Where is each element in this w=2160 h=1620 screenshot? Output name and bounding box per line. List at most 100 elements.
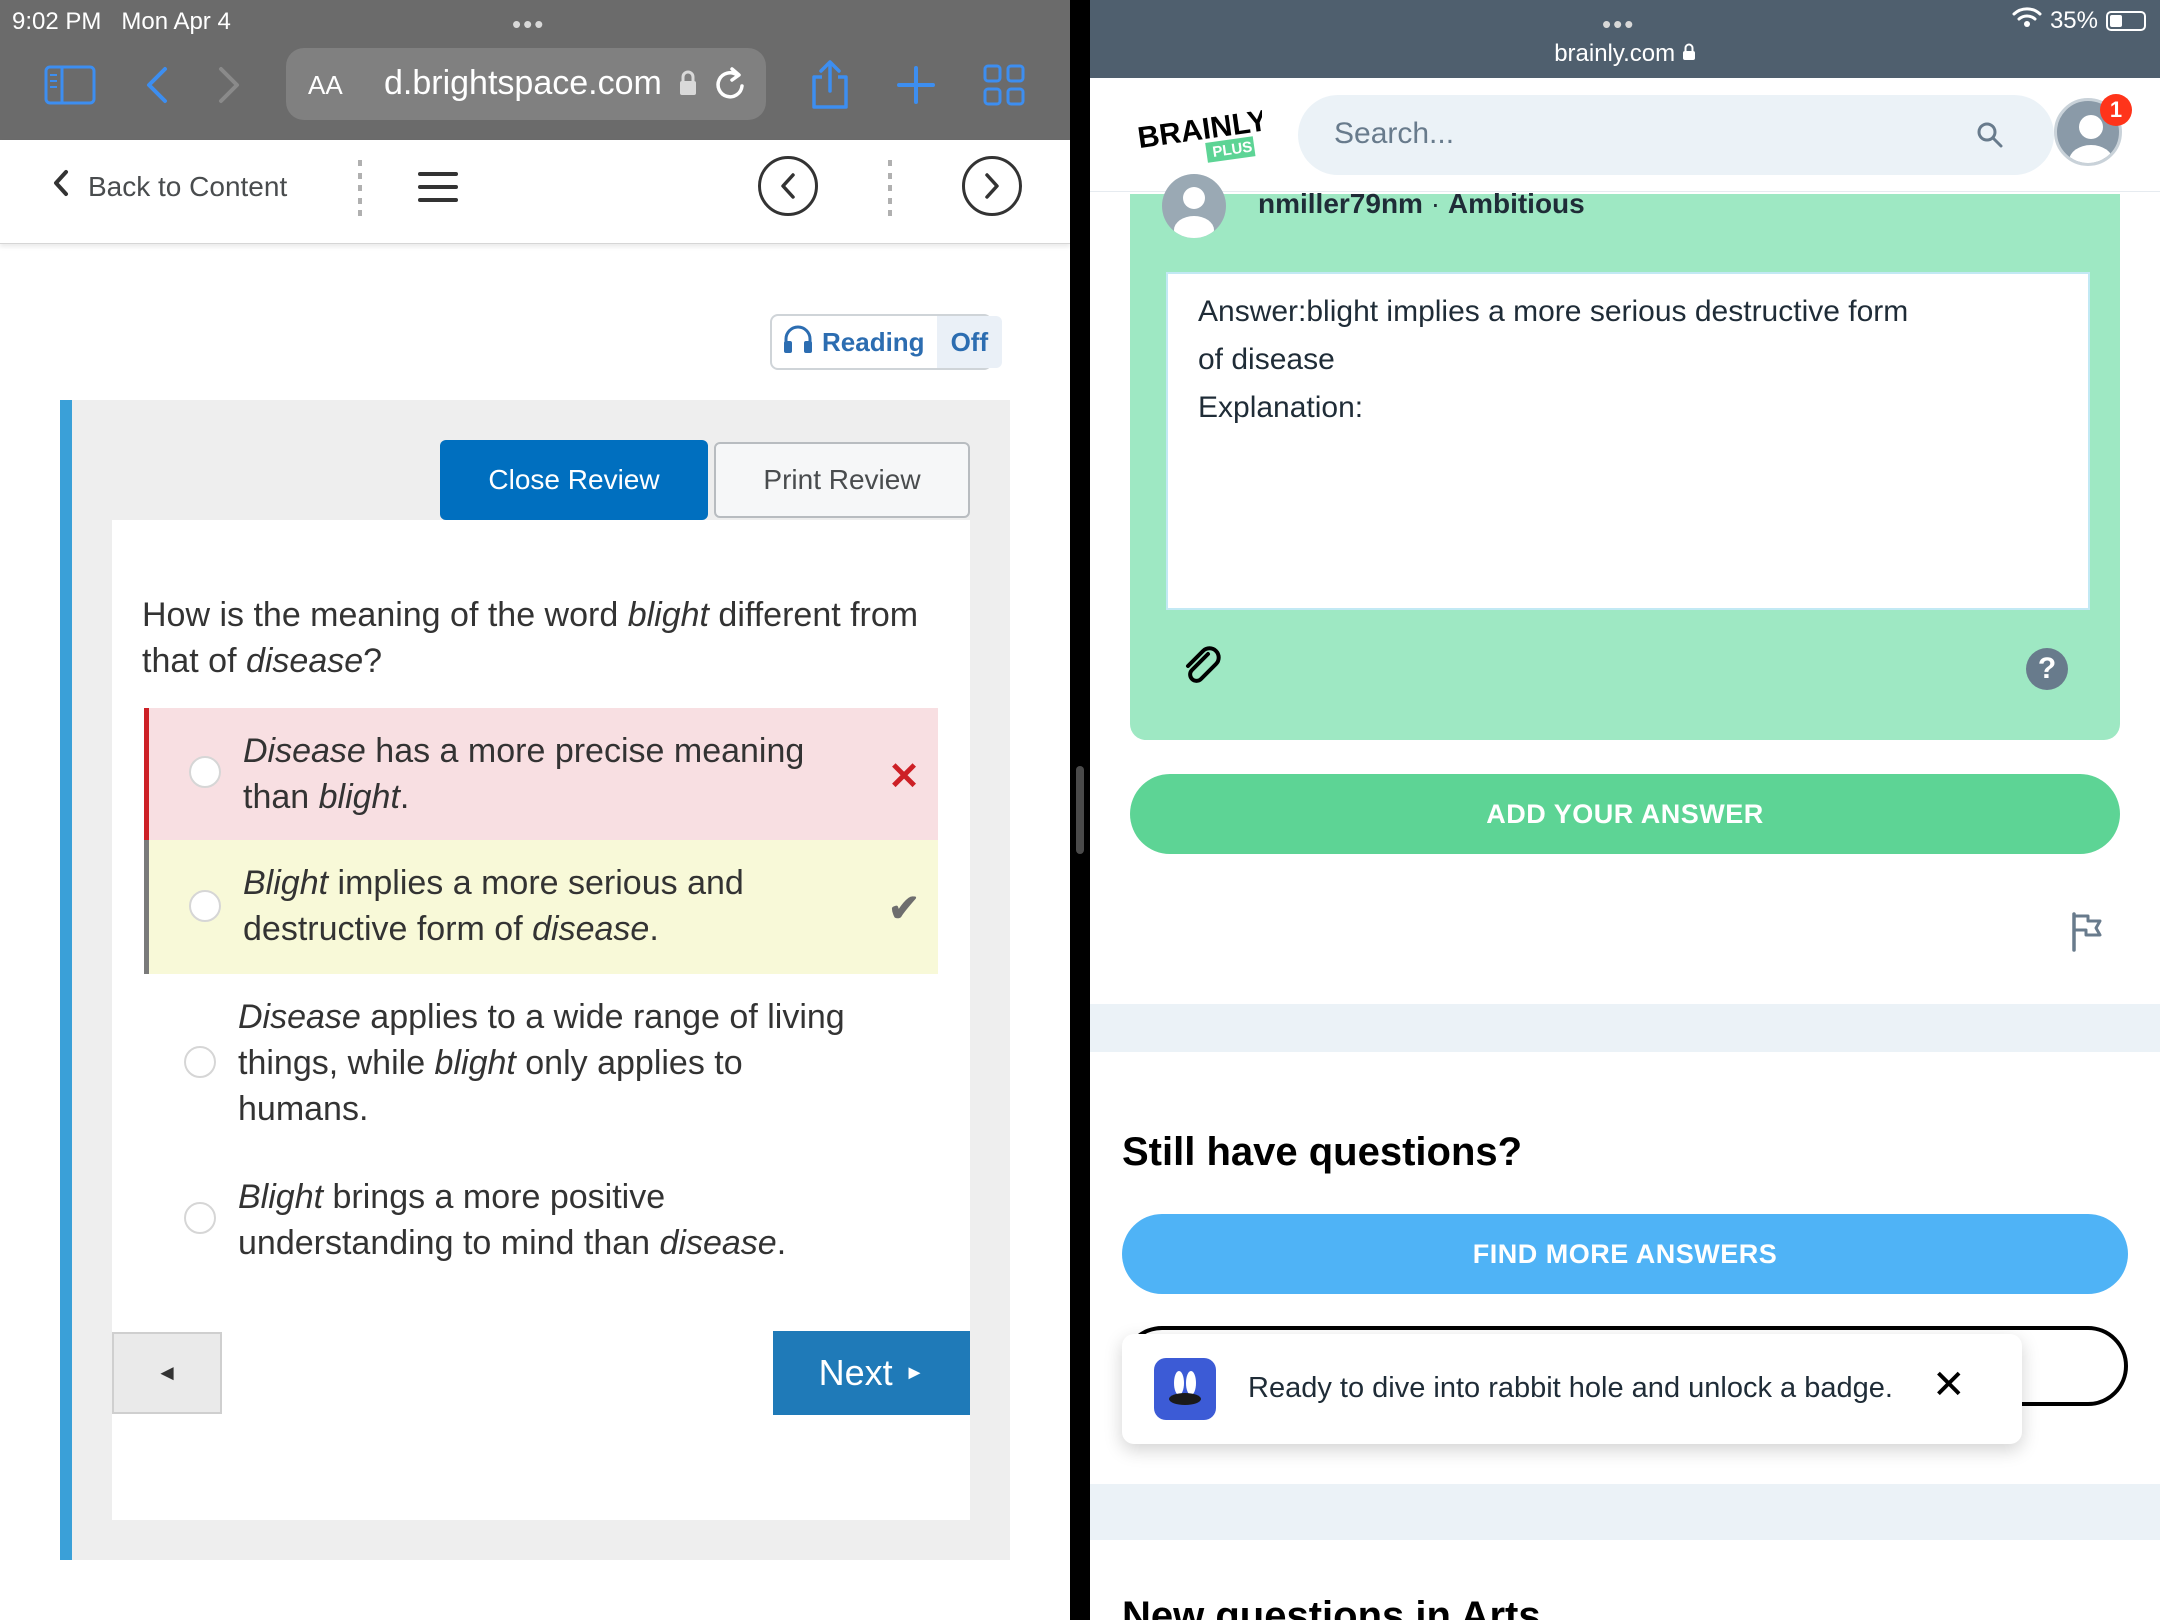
reading-label: Reading xyxy=(822,326,925,357)
next-label: Next xyxy=(818,1352,893,1393)
chevron-left-icon xyxy=(52,168,70,205)
option-emphasis: Disease xyxy=(238,998,361,1036)
find-more-answers-button[interactable]: FIND MORE ANSWERS xyxy=(1122,1214,2128,1294)
battery-icon xyxy=(2106,10,2146,31)
username-text: nmiller79nm xyxy=(1258,188,1423,219)
option-emphasis: blight xyxy=(318,778,400,816)
option-emphasis: Disease xyxy=(243,732,366,770)
user-rank: Ambitious xyxy=(1447,188,1585,219)
compact-url[interactable]: brainly.com xyxy=(1090,40,2160,68)
close-review-button[interactable]: Close Review xyxy=(440,440,708,520)
answer-option-3[interactable]: Disease applies to a wide range of livin… xyxy=(144,974,938,1154)
radio-button[interactable] xyxy=(184,1202,216,1234)
question-part: How is the meaning of the word xyxy=(142,596,628,634)
status-indicators: 35% xyxy=(2012,6,2146,35)
wifi-icon xyxy=(2012,6,2042,35)
help-question-icon[interactable]: ? xyxy=(2026,648,2068,690)
compact-url-text: brainly.com xyxy=(1554,40,1676,67)
split-view-handle[interactable] xyxy=(1076,766,1084,854)
lock-icon xyxy=(678,70,698,101)
back-to-content-label: Back to Content xyxy=(88,170,288,202)
add-your-answer-button[interactable]: ADD YOUR ANSWER xyxy=(1130,774,2120,854)
search-input[interactable]: Search... xyxy=(1334,117,1454,151)
search-bar[interactable]: Search... xyxy=(1298,95,2054,175)
notification-badge: 1 xyxy=(2100,94,2132,126)
option-text: Blight implies a more serious and destru… xyxy=(243,860,863,952)
option-emphasis: disease xyxy=(532,910,650,948)
text-size-button[interactable]: AA xyxy=(308,70,343,101)
search-icon[interactable] xyxy=(1976,121,2004,154)
question-text: How is the meaning of the word blight di… xyxy=(142,592,962,684)
incorrect-x-icon: ✕ xyxy=(888,756,920,798)
answer-line: Explanation: xyxy=(1198,391,1364,424)
report-flag-icon[interactable] xyxy=(2070,912,2104,957)
badge-toast[interactable]: Ready to dive into rabbit hole and unloc… xyxy=(1122,1334,2022,1444)
close-icon[interactable]: ✕ xyxy=(1932,1362,1966,1408)
print-review-button[interactable]: Print Review xyxy=(714,442,970,518)
multitask-dots-icon[interactable]: ••• xyxy=(512,11,545,37)
right-pane-brainly: ••• brainly.com 35% BRAINLY PLUS Search. xyxy=(1090,0,2160,1620)
url-text[interactable]: d.brightspace.com xyxy=(384,64,662,103)
reading-state: Off xyxy=(936,316,1003,368)
date-text: Mon Apr 4 xyxy=(121,8,231,35)
reload-icon[interactable] xyxy=(714,66,748,107)
vertical-divider-icon xyxy=(356,160,364,216)
back-to-content-link[interactable]: Back to Content xyxy=(52,168,287,205)
browser-back-icon[interactable] xyxy=(126,55,186,115)
section-separator xyxy=(1090,1004,2160,1052)
still-have-questions-heading: Still have questions? xyxy=(1122,1130,1523,1174)
answer-option-4[interactable]: Blight brings a more positive understand… xyxy=(144,1154,938,1284)
option-emphasis: disease xyxy=(659,1224,777,1262)
share-icon[interactable] xyxy=(800,55,860,115)
answerer-avatar xyxy=(1162,174,1226,238)
option-text: Blight brings a more positive understand… xyxy=(238,1174,858,1266)
new-tab-icon[interactable] xyxy=(886,55,946,115)
content-navbar: Back to Content xyxy=(0,140,1070,244)
new-questions-heading: New questions in Arts xyxy=(1122,1594,1541,1620)
play-arrow-icon: ► xyxy=(904,1361,925,1384)
reading-toggle[interactable]: Reading Off xyxy=(770,314,1003,370)
answer-text[interactable]: Answer:blight implies a more serious des… xyxy=(1198,288,2018,432)
split-view-divider[interactable] xyxy=(1070,0,1090,1620)
clock-text: 9:02 PM xyxy=(12,8,102,35)
previous-topic-icon[interactable] xyxy=(758,156,818,216)
answer-option-2[interactable]: Blight implies a more serious and destru… xyxy=(144,840,938,974)
tabs-overview-icon[interactable] xyxy=(974,55,1034,115)
option-text: Disease applies to a wide range of livin… xyxy=(238,994,858,1132)
paperclip-icon[interactable] xyxy=(1180,644,1226,695)
option-part: . xyxy=(649,910,659,948)
next-topic-icon[interactable] xyxy=(962,156,1022,216)
option-text: Disease has a more precise meaning than … xyxy=(243,728,863,820)
brainly-header: BRAINLY PLUS Search... 1 xyxy=(1090,78,2160,192)
brainly-plus-logo[interactable]: BRAINLY PLUS xyxy=(1132,100,1270,175)
option-emphasis: Blight xyxy=(243,864,329,902)
radio-button[interactable] xyxy=(184,1046,216,1078)
answerer-name[interactable]: nmiller79nm · Ambitious xyxy=(1258,188,1585,220)
headphones-icon xyxy=(782,324,814,361)
address-bar[interactable]: AA d.brightspace.com xyxy=(286,48,766,120)
multitask-dots-icon[interactable]: ••• xyxy=(1602,11,1635,37)
safari-compact-bar: ••• brainly.com 35% xyxy=(1090,0,2160,78)
question-emphasis: disease xyxy=(245,642,364,680)
battery-percent: 35% xyxy=(2049,6,2098,34)
status-time: 9:02 PM Mon Apr 4 xyxy=(12,8,231,36)
option-part: . xyxy=(399,778,410,816)
safari-toolbar: 9:02 PM Mon Apr 4 ••• AA d.brightspace.c… xyxy=(0,0,1070,140)
answer-line: of disease xyxy=(1198,343,1335,376)
radio-button[interactable] xyxy=(189,756,221,788)
option-emphasis: blight xyxy=(434,1044,516,1082)
next-page-button[interactable]: Next ► xyxy=(773,1331,970,1415)
previous-page-button[interactable]: ◄ xyxy=(112,1332,222,1414)
answer-option-1[interactable]: Disease has a more precise meaning than … xyxy=(144,708,938,840)
question-part: ? xyxy=(363,642,383,680)
menu-icon[interactable] xyxy=(418,172,458,202)
correct-check-icon: ✔ xyxy=(888,888,920,930)
option-part: . xyxy=(776,1224,787,1262)
option-emphasis: Blight xyxy=(238,1178,324,1216)
question-emphasis: blight xyxy=(627,596,709,634)
radio-button[interactable] xyxy=(189,890,221,922)
browser-forward-icon[interactable] xyxy=(200,55,260,115)
sidebar-toggle-icon[interactable] xyxy=(40,55,100,115)
answer-line: Answer:blight implies a more serious des… xyxy=(1198,295,1909,328)
vertical-divider-icon xyxy=(886,160,894,216)
